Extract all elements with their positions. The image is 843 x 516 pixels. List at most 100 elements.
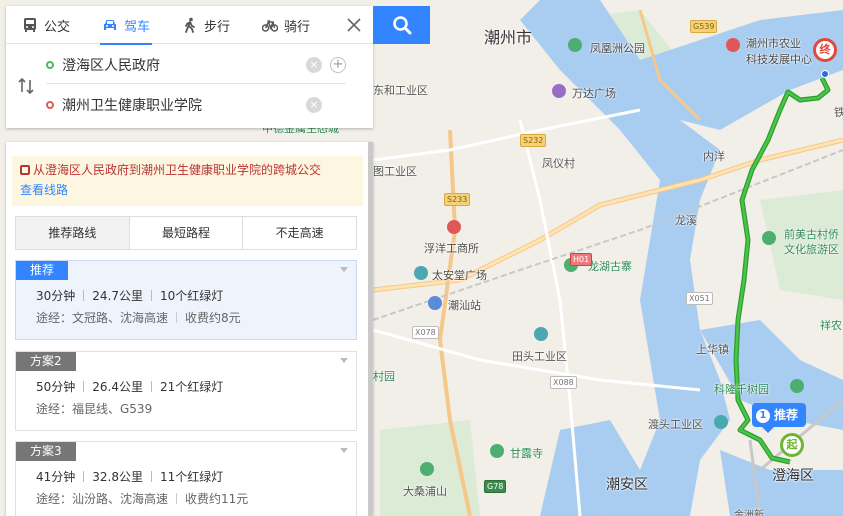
- close-icon: [347, 18, 361, 32]
- route-tip-recommended[interactable]: 1 推荐: [752, 403, 807, 433]
- plan-time: 41分钟: [36, 470, 76, 484]
- route-plan-1[interactable]: 推荐 30分钟 24.7公里 10个红绿灯 途经：文冠路、沈海高速 收费约8元: [15, 260, 357, 340]
- map-label-longhu[interactable]: 龙湖古寨: [588, 258, 632, 274]
- map-label-nongye[interactable]: 潮州市农业: [746, 35, 801, 51]
- plan-via-roads: 途经：文冠路、沈海高速: [36, 311, 169, 325]
- tab-shortest[interactable]: 最短路程: [130, 217, 244, 249]
- start-marker[interactable]: 起: [780, 433, 804, 457]
- road-shield-s233: S233: [444, 193, 471, 206]
- end-location-pin: [821, 70, 829, 78]
- end-input[interactable]: 潮州卫生健康职业学院: [62, 95, 300, 115]
- mountain-icon[interactable]: [420, 462, 434, 476]
- plan-badge: 方案2: [16, 352, 76, 371]
- train-station-icon[interactable]: [428, 296, 442, 310]
- garden-icon[interactable]: [790, 379, 804, 393]
- map-label-ganlu[interactable]: 甘露寺: [510, 445, 543, 461]
- map-label-dongheye[interactable]: 东和工业区: [373, 82, 428, 98]
- map-label-wanda[interactable]: 万达广场: [572, 85, 616, 101]
- tab-bus[interactable]: 公交: [6, 6, 86, 44]
- start-field[interactable]: 澄海区人民政府 × +: [46, 46, 346, 84]
- factory-icon[interactable]: [714, 415, 728, 429]
- route-results-panel: 从澄海区人民政府到潮州卫生健康职业学院的跨城公交 查看线路 推荐路线 最短路程 …: [6, 142, 373, 516]
- plan-via: 途经：汕汾路、沈海高速 收费约11元: [36, 491, 356, 507]
- road-shield-x078: X078: [412, 326, 439, 339]
- map-label-nongye2[interactable]: 科技发展中心: [746, 51, 812, 67]
- map-label-longxi[interactable]: 龙溪: [675, 212, 697, 228]
- bus-tip-text: 从澄海区人民政府到潮州卫生健康职业学院的跨城公交: [33, 163, 322, 177]
- map-label-neiyang[interactable]: 内洋: [703, 148, 725, 164]
- map-label-qianmei2[interactable]: 文化旅游区: [784, 241, 839, 257]
- road-shield-h01: H01: [570, 253, 593, 266]
- plan-toll: 收费约8元: [185, 311, 241, 325]
- road-shield-x088: X088: [550, 376, 577, 389]
- tab-bus-label: 公交: [43, 19, 70, 35]
- plan-time: 30分钟: [36, 289, 76, 303]
- map-label-tiantou[interactable]: 田头工业区: [512, 348, 567, 364]
- map-label-fuyang[interactable]: 浮洋工商所: [424, 240, 479, 256]
- plan-distance: 32.8公里: [92, 470, 144, 484]
- tab-drive-label: 驾车: [123, 19, 150, 35]
- plan-stats: 30分钟 24.7公里 10个红绿灯: [36, 288, 356, 304]
- industrial-icon[interactable]: [534, 327, 548, 341]
- expand-arrow-icon[interactable]: [340, 358, 348, 363]
- search-button[interactable]: [373, 6, 430, 44]
- map-label-jinzhou[interactable]: 金洲新: [734, 506, 764, 516]
- tab-walk-label: 步行: [203, 19, 230, 35]
- clear-start-button[interactable]: ×: [306, 56, 322, 73]
- government-icon[interactable]: [447, 220, 461, 234]
- end-marker[interactable]: 终: [813, 38, 837, 62]
- end-dot-icon: [46, 101, 54, 109]
- route-preference-tabs: 推荐路线 最短路程 不走高速: [15, 216, 357, 250]
- plan-lights: 21个红绿灯: [160, 380, 224, 394]
- map-label-dasang[interactable]: 大桑浦山: [403, 483, 447, 499]
- shopping-icon[interactable]: [552, 84, 566, 98]
- scrollbar-thumb[interactable]: [368, 142, 373, 516]
- map-label-fengwu[interactable]: 凤仪村: [542, 155, 575, 171]
- add-waypoint-button[interactable]: +: [330, 56, 346, 73]
- results-scrollbar[interactable]: [368, 142, 373, 516]
- map-label-cun[interactable]: 村园: [373, 368, 395, 384]
- route-search-panel: 公交 驾车 步行 骑行 澄海区人民政府 × + 潮州卫生健康职业学院 ×: [6, 6, 373, 128]
- route-plan-2[interactable]: 方案2 50分钟 26.4公里 21个红绿灯 途经：福昆线、G539: [15, 351, 357, 431]
- map-label-chaozhou[interactable]: 潮州市: [484, 24, 532, 48]
- route-plan-3[interactable]: 方案3 41分钟 32.8公里 11个红绿灯 途经：汕汾路、沈海高速 收费约11元: [15, 441, 357, 516]
- plan-distance: 26.4公里: [92, 380, 144, 394]
- map-label-dutou[interactable]: 渡头工业区: [648, 416, 703, 432]
- swap-button[interactable]: [16, 76, 36, 96]
- map-label-taian[interactable]: 太安堂广场: [432, 267, 487, 283]
- map-label-shanghua[interactable]: 上华镇: [696, 341, 729, 357]
- building-icon[interactable]: [414, 266, 428, 280]
- route-tip-label: 推荐: [774, 408, 799, 422]
- tab-drive[interactable]: 驾车: [86, 6, 166, 45]
- expand-arrow-icon[interactable]: [340, 267, 348, 272]
- park-icon[interactable]: [568, 38, 582, 52]
- map-label-qianmei[interactable]: 前美古村侨: [784, 226, 839, 242]
- map-label-xiangwei[interactable]: 祥农: [820, 317, 842, 333]
- map-label-fenghuangzhou[interactable]: 凤凰洲公园: [590, 40, 645, 56]
- expand-arrow-icon[interactable]: [340, 448, 348, 453]
- map-label-tie[interactable]: 铁: [834, 104, 843, 120]
- temple-icon[interactable]: [490, 444, 504, 458]
- view-lines-link[interactable]: 查看线路: [20, 180, 355, 200]
- map-label-tugong[interactable]: 图工业区: [373, 163, 417, 179]
- end-field[interactable]: 潮州卫生健康职业学院 ×: [46, 86, 346, 124]
- travel-mode-tabs: 公交 驾车 步行 骑行: [6, 6, 373, 45]
- map-label-chenghai[interactable]: 澄海区: [772, 465, 814, 485]
- map-label-chaoshan[interactable]: 潮汕站: [448, 297, 481, 313]
- cross-city-bus-tip: 从澄海区人民政府到潮州卫生健康职业学院的跨城公交 查看线路: [12, 156, 363, 206]
- tourism-icon[interactable]: [762, 231, 776, 245]
- tab-bike[interactable]: 骑行: [246, 6, 326, 44]
- start-input[interactable]: 澄海区人民政府: [62, 55, 300, 75]
- plan-badge: 推荐: [16, 261, 69, 280]
- walk-icon: [185, 17, 195, 33]
- tab-recommended[interactable]: 推荐路线: [16, 217, 130, 249]
- map-label-chaoan[interactable]: 潮安区: [606, 474, 648, 494]
- tab-walk[interactable]: 步行: [166, 6, 246, 44]
- tab-no-highway[interactable]: 不走高速: [243, 217, 356, 249]
- clear-end-button[interactable]: ×: [306, 97, 322, 113]
- road-shield-x051: X051: [686, 292, 713, 305]
- map-label-kelong[interactable]: 科隆千树园: [714, 381, 769, 397]
- poi-pin-icon[interactable]: [726, 38, 740, 52]
- plan-via-roads: 途经：汕汾路、沈海高速: [36, 492, 169, 506]
- close-button[interactable]: [335, 6, 373, 44]
